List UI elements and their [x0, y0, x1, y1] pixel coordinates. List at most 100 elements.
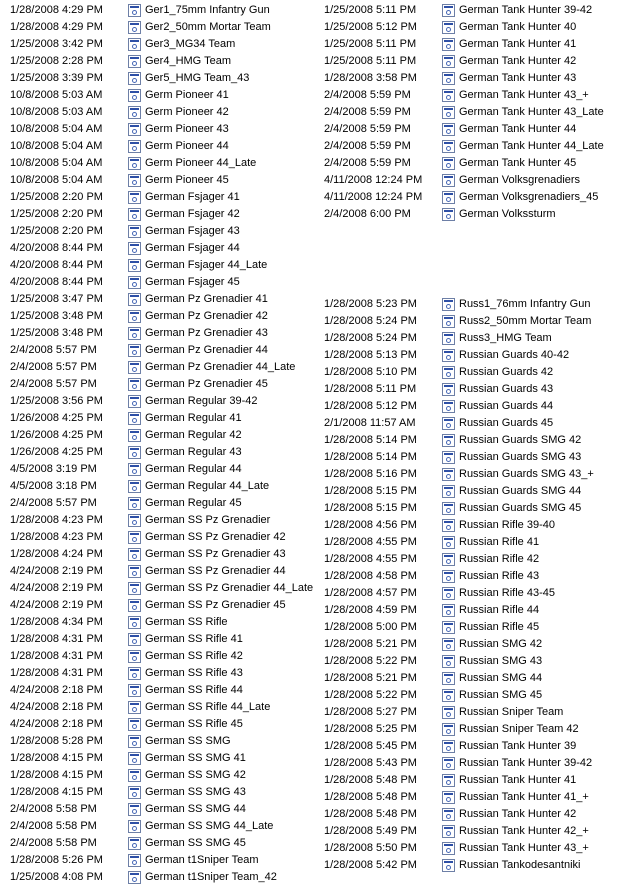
file-row[interactable]: 1/28/2008 5:24 PM Russ2_50mm Mortar Team: [314, 313, 626, 330]
file-name[interactable]: German Regular 39-42: [145, 393, 258, 410]
file-name[interactable]: German SS Rifle: [145, 614, 228, 631]
file-name[interactable]: German Tank Hunter 43: [459, 70, 576, 87]
file-row[interactable]: 4/11/2008 12:24 PM German Volksgrenadier…: [314, 172, 626, 189]
file-name[interactable]: German SS Pz Grenadier 44_Late: [145, 580, 313, 597]
file-row[interactable]: 1/28/2008 4:15 PM German SS SMG 41: [0, 750, 314, 767]
file-row[interactable]: 1/28/2008 5:45 PM Russian Tank Hunter 39: [314, 738, 626, 755]
file-name[interactable]: Russ1_76mm Infantry Gun: [459, 296, 590, 313]
file-row[interactable]: 1/25/2008 3:42 PM Ger3_MG34 Team: [0, 36, 314, 53]
file-row[interactable]: 1/28/2008 4:57 PM Russian Rifle 43-45: [314, 585, 626, 602]
file-name[interactable]: German SS SMG 42: [145, 767, 246, 784]
file-row[interactable]: 1/25/2008 3:39 PM Ger5_HMG Team_43: [0, 70, 314, 87]
file-row[interactable]: 2/4/2008 5:57 PM German Pz Grenadier 45: [0, 376, 314, 393]
file-row[interactable]: 1/28/2008 4:56 PM Russian Rifle 39-40: [314, 517, 626, 534]
file-row[interactable]: 1/28/2008 4:55 PM Russian Rifle 41: [314, 534, 626, 551]
file-name[interactable]: Russian SMG 44: [459, 670, 542, 687]
file-row[interactable]: 1/28/2008 4:31 PM German SS Rifle 42: [0, 648, 314, 665]
file-name[interactable]: German Volksgrenadiers: [459, 172, 580, 189]
file-row[interactable]: 1/28/2008 5:25 PM Russian Sniper Team 42: [314, 721, 626, 738]
file-row[interactable]: 2/4/2008 5:58 PM German SS SMG 44_Late: [0, 818, 314, 835]
file-row[interactable]: 1/28/2008 5:14 PM Russian Guards SMG 43: [314, 449, 626, 466]
file-row[interactable]: 10/8/2008 5:03 AM Germ Pioneer 41: [0, 87, 314, 104]
file-row[interactable]: 1/28/2008 5:13 PM Russian Guards 40-42: [314, 347, 626, 364]
file-name[interactable]: Russian Tank Hunter 39: [459, 738, 576, 755]
file-name[interactable]: German SS SMG 45: [145, 835, 246, 852]
file-name[interactable]: German Fsjager 44: [145, 240, 240, 257]
file-name[interactable]: German SS SMG: [145, 733, 231, 750]
file-name[interactable]: Ger1_75mm Infantry Gun: [145, 2, 270, 19]
file-name[interactable]: German Regular 41: [145, 410, 242, 427]
file-name[interactable]: Germ Pioneer 42: [145, 104, 229, 121]
file-name[interactable]: German Tank Hunter 44: [459, 121, 576, 138]
file-name[interactable]: German Fsjager 43: [145, 223, 240, 240]
file-row[interactable]: 1/28/2008 5:48 PM Russian Tank Hunter 42: [314, 806, 626, 823]
file-row[interactable]: 4/20/2008 8:44 PM German Fsjager 45: [0, 274, 314, 291]
file-name[interactable]: Russian Tank Hunter 39-42: [459, 755, 592, 772]
file-row[interactable]: 1/28/2008 5:22 PM Russian SMG 43: [314, 653, 626, 670]
file-name[interactable]: Russian Guards SMG 43_+: [459, 466, 594, 483]
file-name[interactable]: German t1Sniper Team_42: [145, 869, 277, 886]
file-name[interactable]: Ger5_HMG Team_43: [145, 70, 249, 87]
file-name[interactable]: Germ Pioneer 45: [145, 172, 229, 189]
file-name[interactable]: German Fsjager 41: [145, 189, 240, 206]
file-row[interactable]: 4/20/2008 8:44 PM German Fsjager 44_Late: [0, 257, 314, 274]
file-name[interactable]: German SS Rifle 45: [145, 716, 243, 733]
file-name[interactable]: Russian Rifle 44: [459, 602, 539, 619]
file-name[interactable]: German SS Rifle 43: [145, 665, 243, 682]
file-name[interactable]: German SS SMG 44_Late: [145, 818, 273, 835]
file-row[interactable]: 1/25/2008 5:12 PM German Tank Hunter 40: [314, 19, 626, 36]
file-name[interactable]: German Pz Grenadier 45: [145, 376, 268, 393]
file-name[interactable]: German Pz Grenadier 44: [145, 342, 268, 359]
file-name[interactable]: German SS Pz Grenadier 44: [145, 563, 286, 580]
file-name[interactable]: German Pz Grenadier 43: [145, 325, 268, 342]
file-name[interactable]: Russian SMG 42: [459, 636, 542, 653]
file-name[interactable]: Russian Sniper Team: [459, 704, 563, 721]
file-row[interactable]: 4/24/2008 2:18 PM German SS Rifle 45: [0, 716, 314, 733]
file-name[interactable]: German SS Pz Grenadier 43: [145, 546, 286, 563]
file-row[interactable]: 4/24/2008 2:19 PM German SS Pz Grenadier…: [0, 580, 314, 597]
file-name[interactable]: German Pz Grenadier 42: [145, 308, 268, 325]
file-row[interactable]: 1/25/2008 3:47 PM German Pz Grenadier 41: [0, 291, 314, 308]
file-name[interactable]: Russian SMG 45: [459, 687, 542, 704]
file-name[interactable]: Russian Rifle 41: [459, 534, 539, 551]
file-name[interactable]: German t1Sniper Team: [145, 852, 259, 869]
file-row[interactable]: 1/28/2008 4:29 PM Ger2_50mm Mortar Team: [0, 19, 314, 36]
file-row[interactable]: 1/25/2008 5:11 PM German Tank Hunter 39-…: [314, 2, 626, 19]
file-row[interactable]: 10/8/2008 5:04 AM Germ Pioneer 45: [0, 172, 314, 189]
file-row[interactable]: 2/4/2008 5:59 PM German Tank Hunter 44_L…: [314, 138, 626, 155]
file-row[interactable]: 1/28/2008 5:42 PM Russian Tankodesantnik…: [314, 857, 626, 874]
file-row[interactable]: 1/28/2008 5:48 PM Russian Tank Hunter 41: [314, 772, 626, 789]
file-name[interactable]: Russian Rifle 39-40: [459, 517, 555, 534]
file-row[interactable]: 2/1/2008 11:57 AM Russian Guards 45: [314, 415, 626, 432]
file-row[interactable]: 2/4/2008 5:57 PM German Pz Grenadier 44_…: [0, 359, 314, 376]
file-row[interactable]: 1/25/2008 3:48 PM German Pz Grenadier 42: [0, 308, 314, 325]
file-name[interactable]: Russian Guards 40-42: [459, 347, 569, 364]
file-row[interactable]: 1/25/2008 2:20 PM German Fsjager 42: [0, 206, 314, 223]
file-name[interactable]: Russ3_HMG Team: [459, 330, 552, 347]
file-row[interactable]: 1/28/2008 4:34 PM German SS Rifle: [0, 614, 314, 631]
file-name[interactable]: Russian Rifle 43: [459, 568, 539, 585]
file-row[interactable]: 1/28/2008 5:28 PM German SS SMG: [0, 733, 314, 750]
file-name[interactable]: German Fsjager 44_Late: [145, 257, 267, 274]
file-name[interactable]: Russian Guards 44: [459, 398, 553, 415]
file-row[interactable]: 1/28/2008 4:31 PM German SS Rifle 43: [0, 665, 314, 682]
file-name[interactable]: Russ2_50mm Mortar Team: [459, 313, 591, 330]
file-row[interactable]: 1/28/2008 4:58 PM Russian Rifle 43: [314, 568, 626, 585]
file-name[interactable]: German Pz Grenadier 41: [145, 291, 268, 308]
file-name[interactable]: German Regular 43: [145, 444, 242, 461]
file-row[interactable]: 1/28/2008 4:23 PM German SS Pz Grenadier: [0, 512, 314, 529]
file-name[interactable]: Russian Tank Hunter 43_+: [459, 840, 589, 857]
file-name[interactable]: Russian Tank Hunter 42: [459, 806, 576, 823]
file-name[interactable]: Germ Pioneer 44_Late: [145, 155, 256, 172]
file-name[interactable]: Russian Rifle 45: [459, 619, 539, 636]
file-name[interactable]: German Volksgrenadiers_45: [459, 189, 598, 206]
file-name[interactable]: German SS SMG 44: [145, 801, 246, 818]
file-name[interactable]: German SS Rifle 42: [145, 648, 243, 665]
file-row[interactable]: 1/28/2008 5:22 PM Russian SMG 45: [314, 687, 626, 704]
file-row[interactable]: 1/26/2008 4:25 PM German Regular 43: [0, 444, 314, 461]
file-row[interactable]: 1/28/2008 5:10 PM Russian Guards 42: [314, 364, 626, 381]
file-name[interactable]: Russian Guards 42: [459, 364, 553, 381]
file-row[interactable]: 1/28/2008 5:49 PM Russian Tank Hunter 42…: [314, 823, 626, 840]
file-name[interactable]: German Regular 42: [145, 427, 242, 444]
file-name[interactable]: German SS Rifle 44: [145, 682, 243, 699]
